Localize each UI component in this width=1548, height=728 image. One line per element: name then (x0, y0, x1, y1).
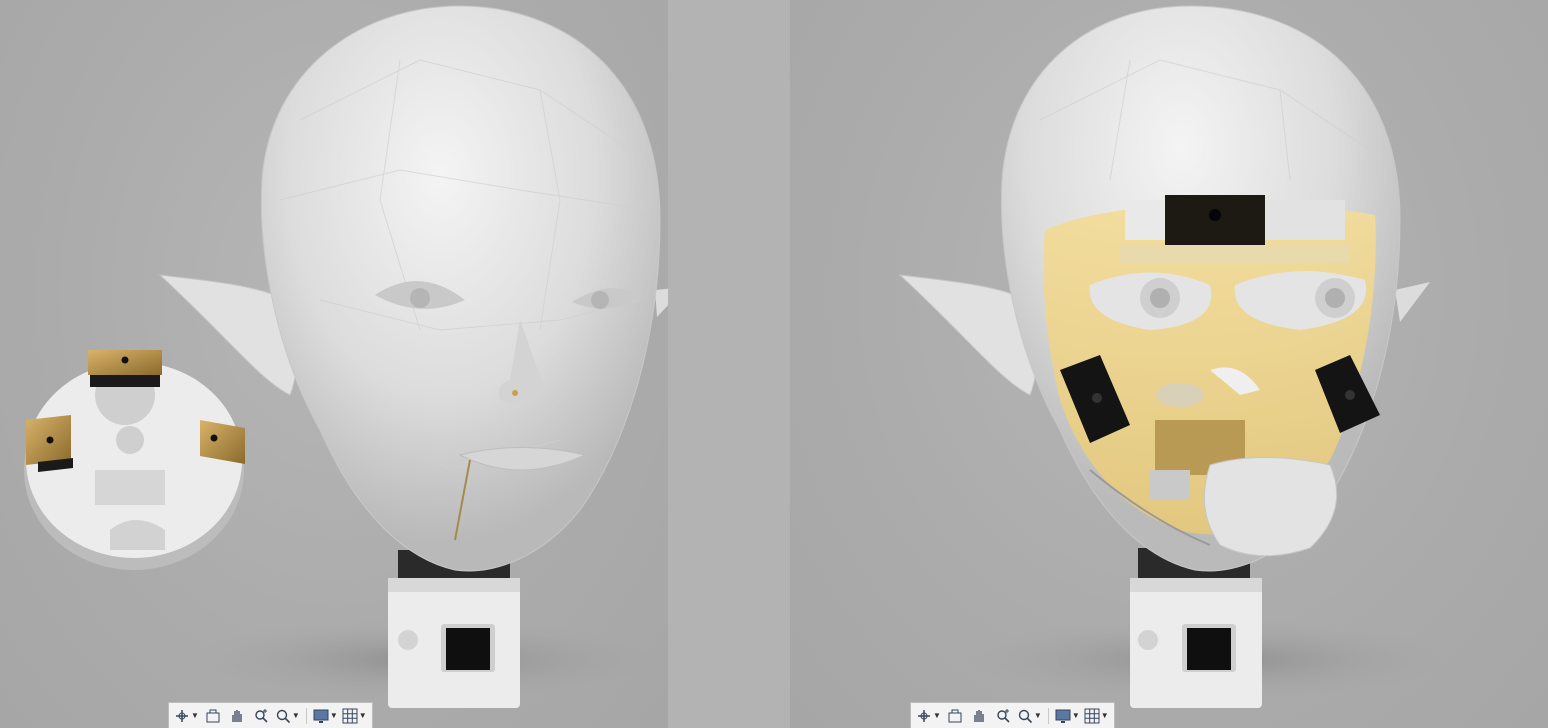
grid-icon (342, 708, 358, 723)
zoom-window-button[interactable]: ▼ (1016, 705, 1043, 727)
orbit-icon (918, 709, 930, 722)
display-settings-caret[interactable]: ▼ (330, 711, 338, 720)
grid-button[interactable]: ▼ (1083, 705, 1110, 727)
viewport-right[interactable] (790, 0, 1548, 728)
look-at-icon (948, 709, 962, 722)
pan-hand-icon (974, 709, 984, 722)
display-monitor-icon (313, 709, 329, 723)
zoom-button[interactable] (250, 705, 272, 727)
pan-button[interactable] (226, 705, 248, 727)
zoom-icon (255, 708, 268, 723)
grid-dropdown-caret[interactable]: ▼ (359, 711, 367, 720)
display-settings-button[interactable]: ▼ (312, 705, 339, 727)
grid-dropdown-caret[interactable]: ▼ (1101, 711, 1109, 720)
internal-hole (1156, 383, 1204, 407)
zoom-button[interactable] (992, 705, 1014, 727)
orbit-dropdown-caret[interactable]: ▼ (933, 711, 941, 720)
look-at-icon (206, 709, 220, 722)
look-at-button[interactable] (944, 705, 966, 727)
head-shell (260, 5, 661, 572)
neck-servo-mount (1130, 548, 1262, 708)
viewport-left[interactable] (0, 0, 668, 728)
orbit-dropdown-caret[interactable]: ▼ (191, 711, 199, 720)
orbit-icon (176, 709, 188, 722)
look-at-button[interactable] (202, 705, 224, 727)
face-mount-plate (24, 350, 245, 570)
display-monitor-icon (1055, 709, 1071, 723)
display-settings-caret[interactable]: ▼ (1072, 711, 1080, 720)
zoom-dropdown-caret[interactable]: ▼ (1034, 711, 1042, 720)
zoom-icon (997, 708, 1010, 723)
render-scene-left (24, 5, 668, 708)
orbit-button[interactable]: ▼ (915, 705, 942, 727)
grid-icon (1084, 708, 1100, 723)
zoom-window-icon (276, 709, 290, 723)
toolbar-separator (305, 707, 307, 724)
zoom-dropdown-caret[interactable]: ▼ (292, 711, 300, 720)
viewport-gap (668, 0, 790, 728)
iris-right (591, 291, 609, 309)
neck-servo-mount (388, 550, 520, 708)
pan-button[interactable] (968, 705, 990, 727)
navigation-toolbar-right: ▼ ▼ ▼ ▼ (910, 702, 1115, 728)
lower-jaw (1203, 457, 1338, 557)
orbit-button[interactable]: ▼ (173, 705, 200, 727)
zoom-window-button[interactable]: ▼ (274, 705, 301, 727)
elf-ear-right (1395, 282, 1430, 322)
toolbar-separator (1047, 707, 1049, 724)
render-scene-right (898, 5, 1490, 708)
iris-left (410, 288, 430, 308)
elf-ear-right (655, 288, 668, 317)
grid-button[interactable]: ▼ (341, 705, 368, 727)
pan-hand-icon (232, 709, 242, 722)
display-settings-button[interactable]: ▼ (1054, 705, 1081, 727)
zoom-window-icon (1018, 709, 1032, 723)
navigation-toolbar-left: ▼ ▼ ▼ ▼ (168, 702, 373, 728)
